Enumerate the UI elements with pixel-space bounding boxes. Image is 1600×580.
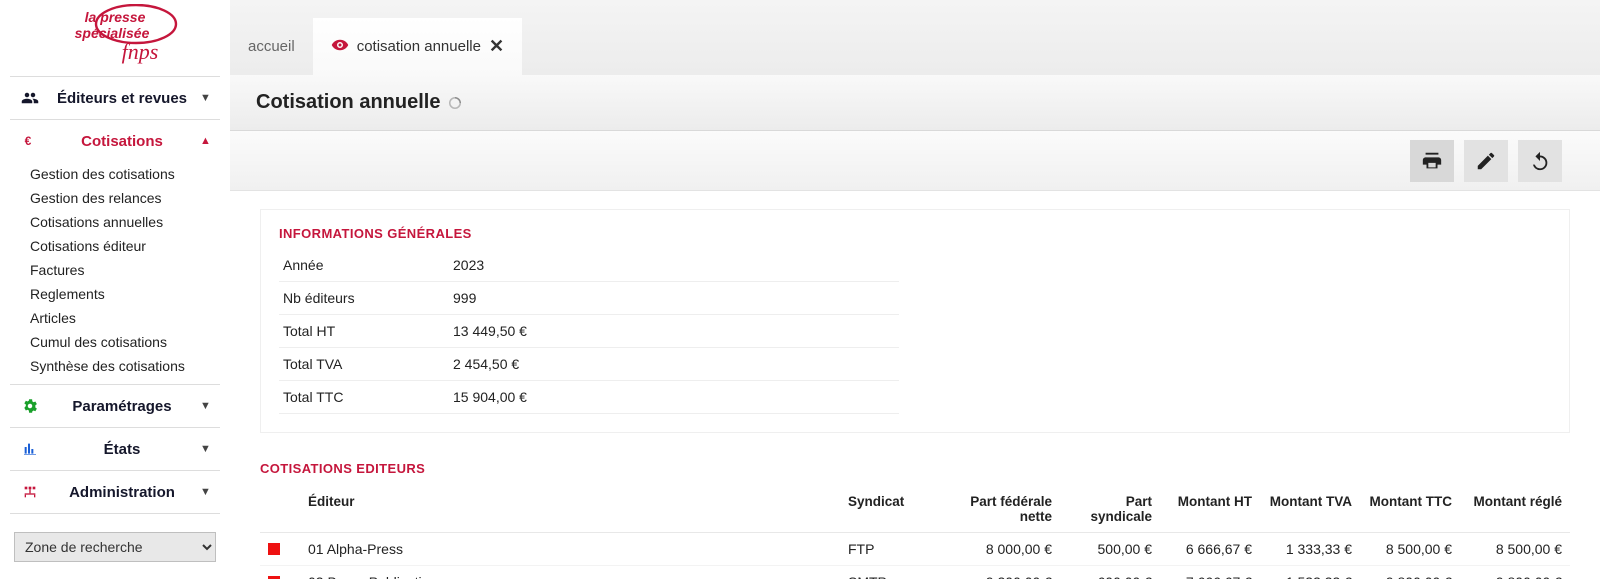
tab-accueil[interactable]: accueil (230, 18, 313, 75)
nav-sub-item[interactable]: Gestion des relances (10, 186, 220, 210)
nav-sub-item[interactable]: Cotisations annuelles (10, 210, 220, 234)
nav-sub-item[interactable]: Synthèse des cotisations (10, 354, 220, 378)
svg-text:fnps: fnps (122, 39, 159, 64)
nav-sub-item[interactable]: Cotisations éditeur (10, 234, 220, 258)
tab-cotisation-annuelle[interactable]: cotisation annuelle ✕ (313, 18, 522, 75)
chevron-up-icon: ▲ (200, 135, 214, 147)
nav-sub-item[interactable]: Cumul des cotisations (10, 330, 220, 354)
page-title-row: Cotisation annuelle (230, 75, 1600, 131)
undo-button[interactable] (1518, 140, 1562, 182)
chevron-down-icon: ▼ (200, 92, 214, 104)
chevron-down-icon: ▼ (200, 400, 214, 412)
action-bar (230, 131, 1600, 191)
tabbar: accueil cotisation annuelle ✕ (230, 0, 1600, 75)
sidebar: la presse spécialisée fnps Éditeurs et r… (0, 0, 230, 579)
nav-sub-item[interactable]: Gestion des cotisations (10, 162, 220, 186)
search-zone-select[interactable]: Zone de recherche (14, 532, 216, 562)
nav-sub-item[interactable]: Factures (10, 258, 220, 282)
chevron-down-icon: ▼ (200, 486, 214, 498)
nav-cotisations[interactable]: € Cotisations ▲ (10, 120, 220, 162)
nav-sub-item[interactable]: Articles (10, 306, 220, 330)
close-icon[interactable]: ✕ (489, 36, 504, 57)
nav-sub-item[interactable]: Reglements (10, 282, 220, 306)
section-heading-cot: COTISATIONS EDITEURS (260, 461, 1570, 476)
info-table: Année2023 Nb éditeurs999 Total HT13 449,… (279, 249, 899, 414)
editeurs-table: Éditeur Syndicat Part fédérale nette Par… (260, 484, 1570, 579)
table-row[interactable]: 02 Bravo-Publications SMTP 9 200,00 € 60… (260, 566, 1570, 580)
section-heading-info: INFORMATIONS GÉNÉRALES (279, 226, 1551, 241)
nav-etats[interactable]: États ▼ (10, 428, 220, 470)
edit-button[interactable] (1464, 140, 1508, 182)
main: accueil cotisation annuelle ✕ Cotisation… (230, 0, 1600, 579)
status-square-icon (268, 543, 280, 555)
nav-administration[interactable]: Administration ▼ (10, 471, 220, 513)
logo: la presse spécialisée fnps (0, 0, 230, 76)
eye-icon (331, 36, 349, 58)
nav-parametrages[interactable]: Paramétrages ▼ (10, 385, 220, 427)
loading-icon (446, 94, 464, 112)
print-button[interactable] (1410, 140, 1454, 182)
page-title: Cotisation annuelle (256, 91, 440, 114)
nav-editeurs-revues[interactable]: Éditeurs et revues ▼ (10, 77, 220, 119)
table-row[interactable]: 01 Alpha-Press FTP 8 000,00 € 500,00 € 6… (260, 533, 1570, 566)
logo-text-1: la presse (85, 9, 146, 25)
svg-text:€: € (25, 134, 32, 148)
chevron-down-icon: ▼ (200, 443, 214, 455)
